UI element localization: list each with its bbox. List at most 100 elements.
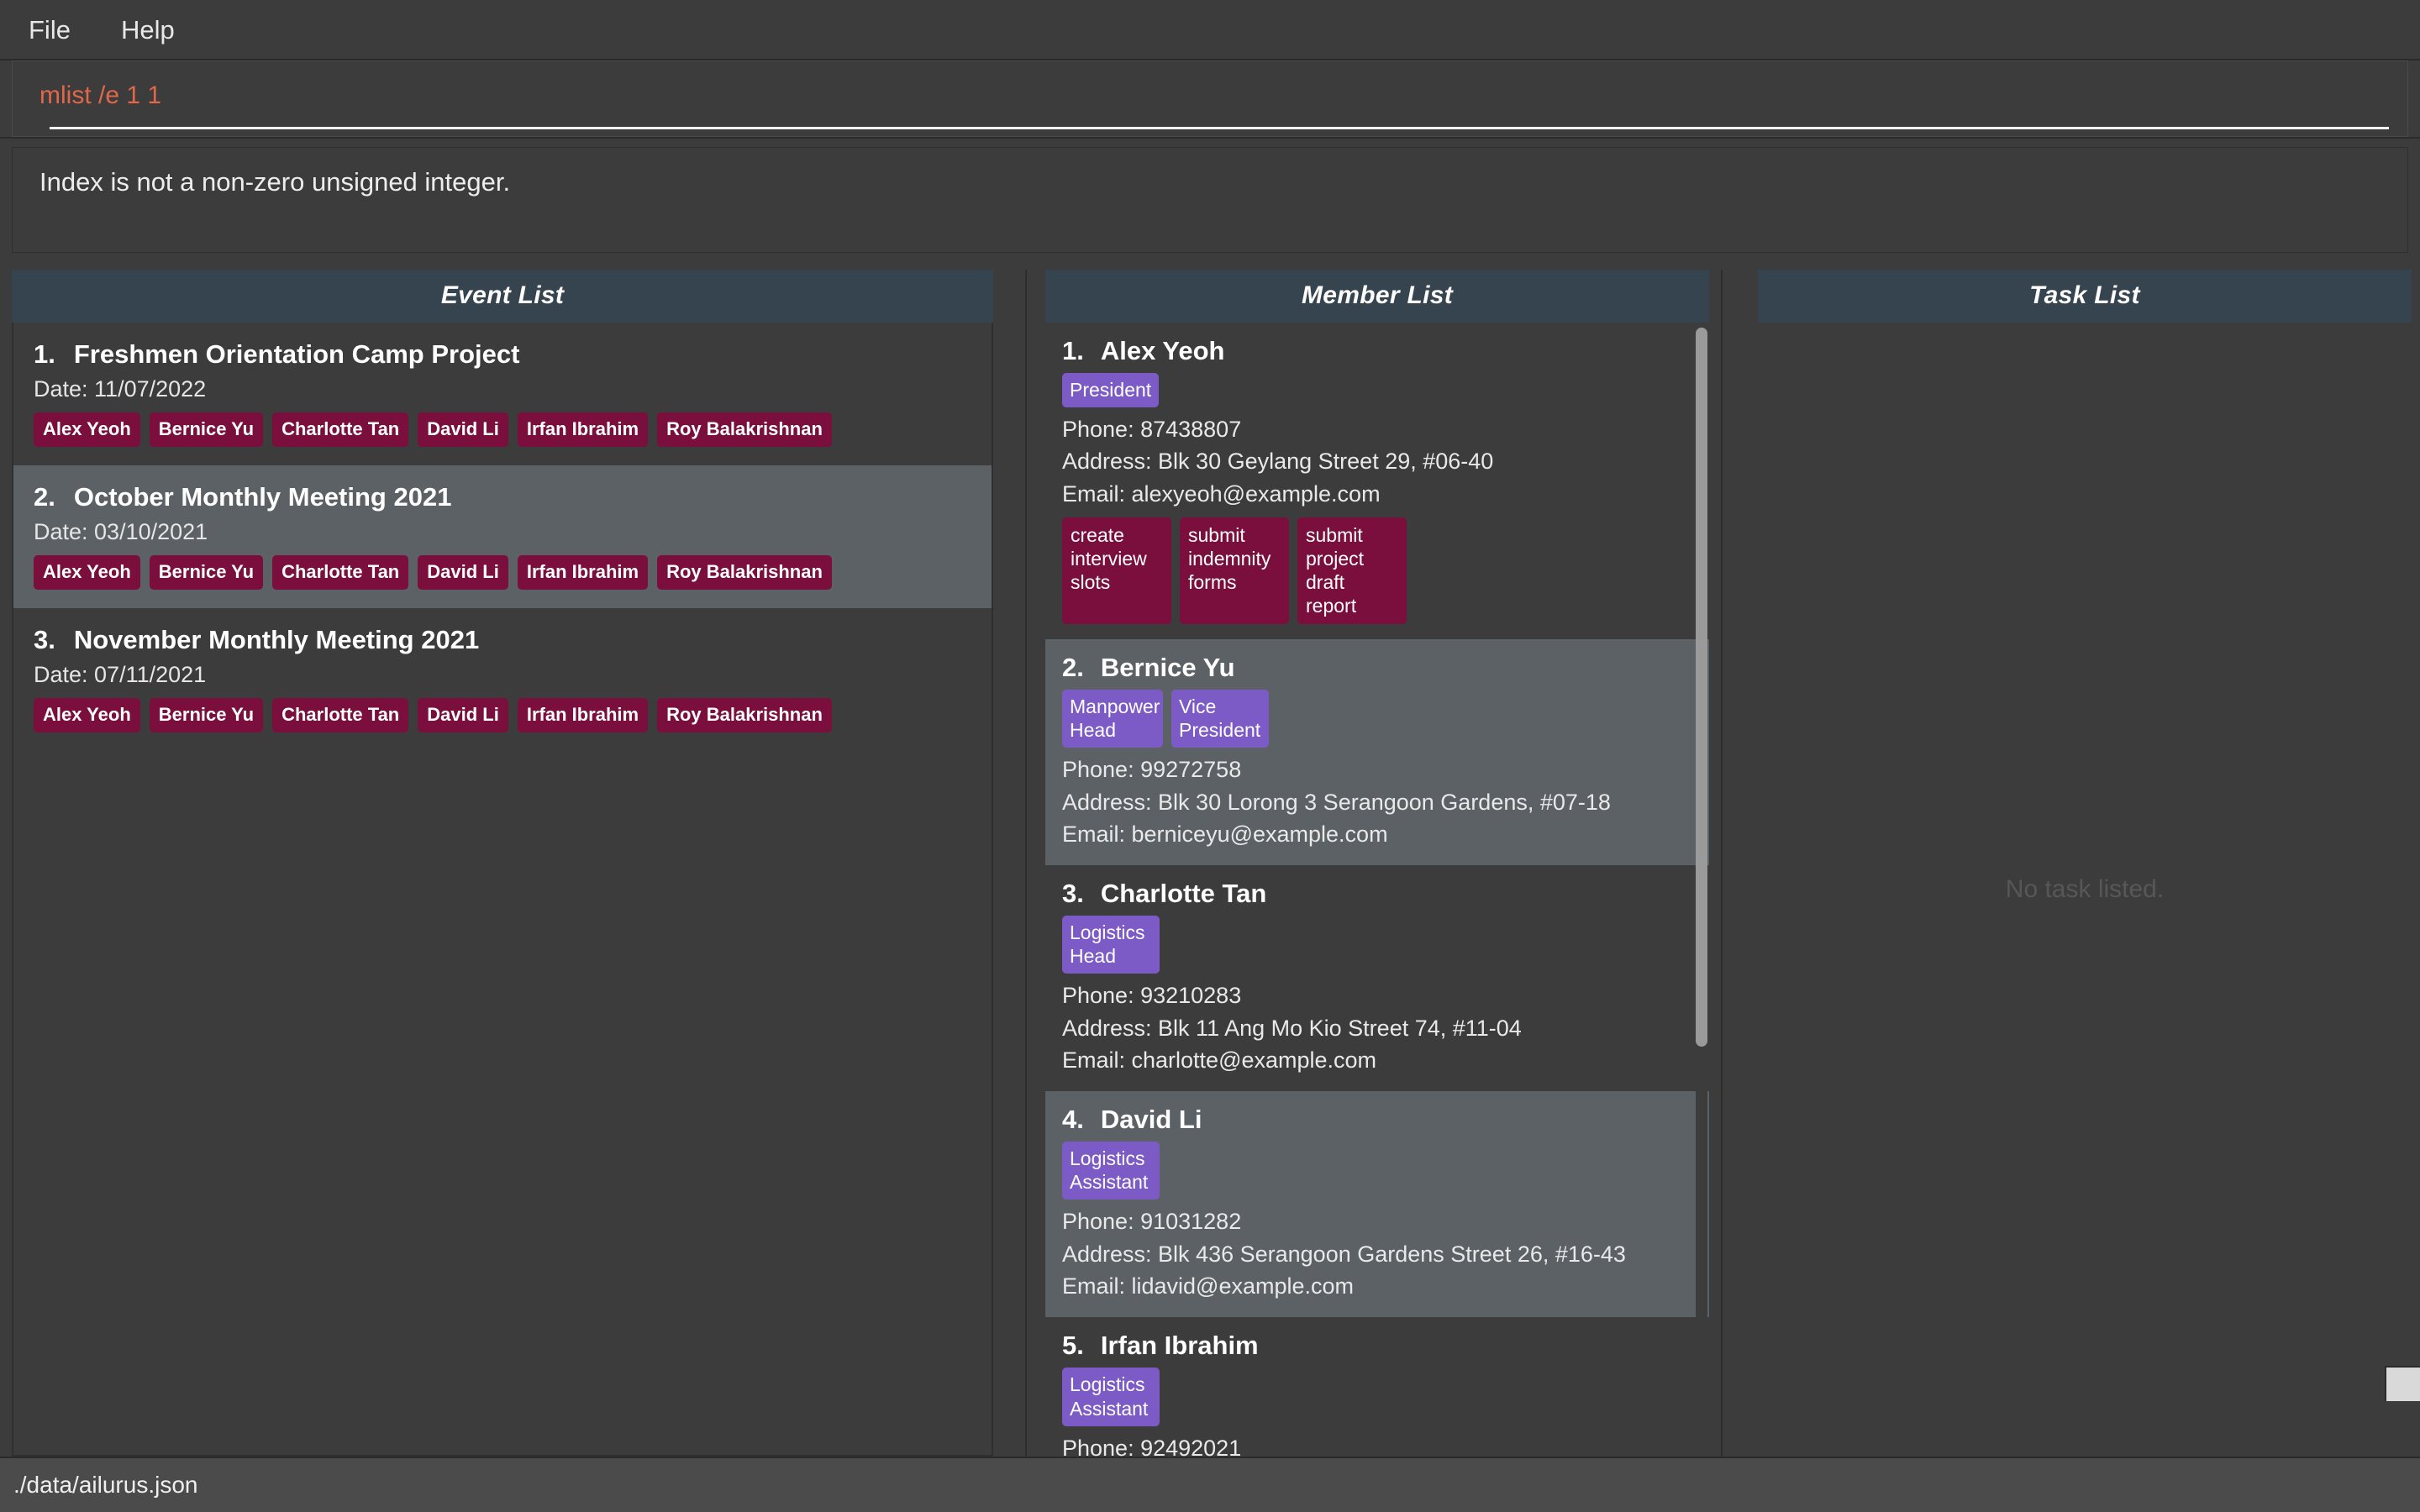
member-list-header: Member List bbox=[1045, 270, 1709, 323]
status-bar-file-path: ./data/ailurus.json bbox=[13, 1472, 198, 1498]
event-member-tag: Charlotte Tan bbox=[272, 698, 409, 732]
event-member-tag: Bernice Yu bbox=[149, 555, 264, 590]
member-role-tag: Logistics Assistant bbox=[1062, 1142, 1160, 1200]
event-member-tag: David Li bbox=[418, 698, 508, 732]
member-email: Email: charlotte@example.com bbox=[1062, 1047, 1377, 1074]
member-index: 2. bbox=[1062, 653, 1084, 683]
command-input-underline bbox=[50, 127, 2389, 129]
event-member-tag: Bernice Yu bbox=[149, 698, 264, 732]
event-list-body: 1. Freshmen Orientation Camp Project Date:… bbox=[12, 323, 993, 1457]
event-member-tag: Alex Yeoh bbox=[34, 412, 140, 447]
member-list: 1. Alex Yeoh President Phone: 87438807 Addre… bbox=[1045, 323, 1709, 1457]
member-name: Bernice Yu bbox=[1100, 653, 1235, 683]
member-list-body: 1. Alex Yeoh President Phone: 87438807 Addre… bbox=[1045, 323, 1709, 1457]
member-role-tags: Logistics Assistant bbox=[1062, 1142, 1692, 1200]
event-name: November Monthly Meeting 2021 bbox=[73, 625, 480, 654]
menu-item-file[interactable]: File bbox=[22, 12, 77, 48]
event-member-tags: Alex Yeoh Bernice Yu Charlotte Tan David Li… bbox=[34, 698, 971, 732]
event-name: October Monthly Meeting 2021 bbox=[73, 482, 452, 512]
task-list-empty-message: No task listed. bbox=[2005, 875, 2165, 903]
event-list: 1. Freshmen Orientation Camp Project Date:… bbox=[13, 323, 992, 751]
event-member-tag: Alex Yeoh bbox=[34, 555, 140, 590]
member-title-row: 3. Charlotte Tan bbox=[1062, 879, 1692, 909]
member-phone: Phone: 91031282 bbox=[1062, 1209, 1242, 1235]
event-index: 1. bbox=[34, 339, 55, 369]
member-index: 1. bbox=[1062, 336, 1084, 365]
member-role-tag: Manpower Head bbox=[1062, 690, 1163, 748]
task-list-panel: Task List No task listed. bbox=[1758, 270, 2412, 1457]
event-name: Freshmen Orientation Camp Project bbox=[73, 339, 520, 369]
member-list-panel: Member List 1. Alex Yeoh President Phone: 8… bbox=[1025, 270, 1723, 1457]
member-card[interactable]: 2. Bernice Yu Manpower Head Vice President P… bbox=[1045, 639, 1709, 866]
event-card[interactable]: 3. November Monthly Meeting 2021 Date: 07/… bbox=[13, 608, 992, 751]
member-index: 3. bbox=[1062, 879, 1084, 909]
member-title-row: 1. Alex Yeoh bbox=[1062, 336, 1692, 366]
event-member-tag: Irfan Ibrahim bbox=[517, 412, 649, 447]
event-title-row: 3. November Monthly Meeting 2021 bbox=[34, 625, 971, 655]
member-address: Address: Blk 11 Ang Mo Kio Street 74, #1… bbox=[1062, 1015, 1522, 1041]
event-member-tag: Charlotte Tan bbox=[272, 412, 409, 447]
event-member-tag: Irfan Ibrahim bbox=[517, 555, 649, 590]
result-message: Index is not a non-zero unsigned integer… bbox=[39, 167, 511, 197]
member-role-tags: Manpower Head Vice President bbox=[1062, 690, 1692, 748]
member-name: Irfan Ibrahim bbox=[1100, 1331, 1259, 1361]
member-card[interactable]: 1. Alex Yeoh President Phone: 87438807 Addre… bbox=[1045, 323, 1709, 640]
event-list-panel: Event List 1. Freshmen Orientation Camp P… bbox=[12, 270, 993, 1457]
application-window: File Help mlist /e 1 1 Index is not a no… bbox=[0, 0, 2420, 1512]
command-box: mlist /e 1 1 bbox=[0, 59, 2420, 139]
member-address: Address: Blk 30 Geylang Street 29, #06-4… bbox=[1062, 449, 1494, 475]
command-input-container[interactable]: mlist /e 1 1 bbox=[12, 60, 2408, 137]
member-role-tags: President bbox=[1062, 373, 1692, 408]
member-phone: Phone: 92492021 bbox=[1062, 1435, 1242, 1457]
member-title-row: 5. Irfan Ibrahim bbox=[1062, 1331, 1692, 1361]
member-card[interactable]: 4. David Li Logistics Assistant Phone: 9103… bbox=[1045, 1091, 1709, 1318]
member-list-scrollbar[interactable] bbox=[1696, 328, 1707, 1452]
event-member-tag: Bernice Yu bbox=[149, 412, 264, 447]
event-title-row: 1. Freshmen Orientation Camp Project bbox=[34, 339, 971, 370]
member-role-tag: Logistics Assistant bbox=[1062, 1368, 1160, 1426]
result-display-container: Index is not a non-zero unsigned integer… bbox=[0, 139, 2420, 265]
member-task-tag: submit indemnity forms bbox=[1180, 517, 1289, 625]
member-phone: Phone: 87438807 bbox=[1062, 417, 1242, 443]
event-member-tag: Roy Balakrishnan bbox=[657, 412, 832, 447]
menu-item-help[interactable]: Help bbox=[114, 12, 182, 48]
member-list-scrollbar-thumb[interactable] bbox=[1696, 328, 1707, 1047]
member-task-tag: submit project draft report bbox=[1297, 517, 1407, 625]
event-member-tag: David Li bbox=[418, 555, 508, 590]
event-member-tag: Roy Balakrishnan bbox=[657, 698, 832, 732]
panels-row: Event List 1. Freshmen Orientation Camp P… bbox=[0, 265, 2420, 1457]
member-address: Address: Blk 30 Lorong 3 Serangoon Garde… bbox=[1062, 789, 1611, 815]
status-bar: ./data/ailurus.json bbox=[0, 1457, 2420, 1512]
member-card[interactable]: 5. Irfan Ibrahim Logistics Assistant Phone:… bbox=[1045, 1317, 1709, 1457]
member-email: Email: lidavid@example.com bbox=[1062, 1273, 1355, 1299]
member-name: Alex Yeoh bbox=[1100, 336, 1225, 365]
command-input[interactable]: mlist /e 1 1 bbox=[13, 61, 2407, 127]
resize-grip[interactable] bbox=[2385, 1366, 2420, 1401]
event-member-tag: Charlotte Tan bbox=[272, 555, 409, 590]
task-list-body: No task listed. bbox=[1758, 323, 2412, 1457]
member-title-row: 2. Bernice Yu bbox=[1062, 653, 1692, 683]
member-index: 5. bbox=[1062, 1331, 1084, 1361]
member-role-tag: Vice President bbox=[1171, 690, 1269, 748]
event-date: Date: 03/10/2021 bbox=[34, 519, 208, 544]
member-role-tags: Logistics Head bbox=[1062, 916, 1692, 974]
event-member-tag: Alex Yeoh bbox=[34, 698, 140, 732]
member-task-tag: create interview slots bbox=[1062, 517, 1171, 625]
event-member-tag: David Li bbox=[418, 412, 508, 447]
result-display-box: Index is not a non-zero unsigned integer… bbox=[12, 147, 2408, 253]
event-list-header: Event List bbox=[12, 270, 993, 323]
member-index: 4. bbox=[1062, 1105, 1084, 1135]
member-name: Charlotte Tan bbox=[1100, 879, 1267, 909]
member-phone: Phone: 93210283 bbox=[1062, 983, 1242, 1009]
member-phone: Phone: 99272758 bbox=[1062, 757, 1242, 783]
event-card[interactable]: 1. Freshmen Orientation Camp Project Date:… bbox=[13, 323, 992, 465]
event-member-tags: Alex Yeoh Bernice Yu Charlotte Tan David Li… bbox=[34, 412, 971, 447]
member-title-row: 4. David Li bbox=[1062, 1105, 1692, 1135]
member-card[interactable]: 3. Charlotte Tan Logistics Head Phone: 9321… bbox=[1045, 865, 1709, 1092]
member-email: Email: berniceyu@example.com bbox=[1062, 821, 1388, 847]
member-list-scroll-area[interactable]: 1. Alex Yeoh President Phone: 87438807 Addre… bbox=[1045, 323, 1709, 1457]
event-card[interactable]: 2. October Monthly Meeting 2021 Date: 03/1… bbox=[13, 465, 992, 608]
event-date: Date: 11/07/2022 bbox=[34, 376, 207, 402]
member-role-tag: President bbox=[1062, 373, 1160, 408]
event-member-tag: Irfan Ibrahim bbox=[517, 698, 649, 732]
